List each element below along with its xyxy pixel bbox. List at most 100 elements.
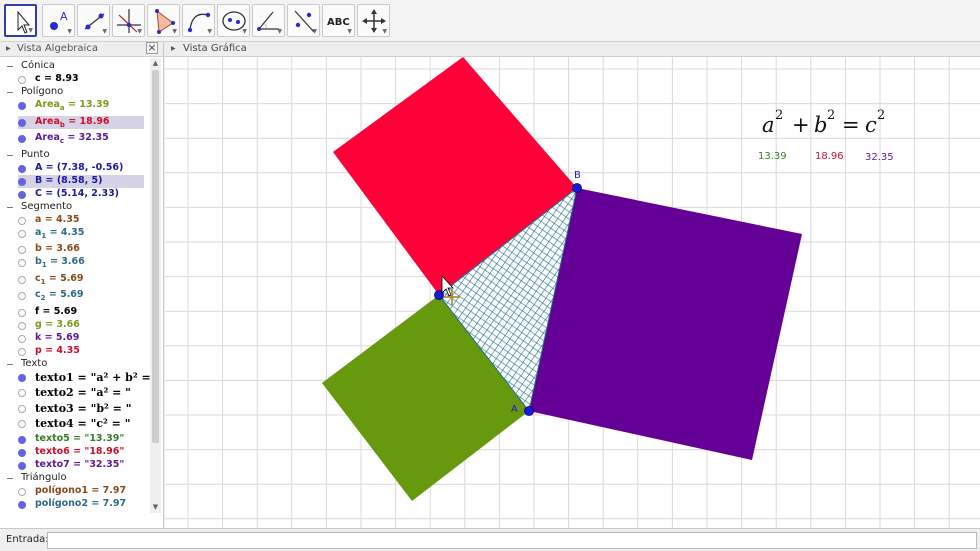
- algebra-item[interactable]: k = 5.69: [18, 332, 144, 345]
- algebra-item-text: a = 4.35: [35, 214, 79, 225]
- algebra-item[interactable]: texto2 = "a² = ": [18, 386, 144, 399]
- algebra-item[interactable]: texto5 = "13.39": [18, 433, 144, 446]
- algebra-item[interactable]: Areaa = 13.39: [18, 99, 144, 112]
- visibility-toggle-icon[interactable]: [18, 118, 26, 127]
- visibility-toggle-icon[interactable]: [18, 435, 26, 444]
- visibility-toggle-icon[interactable]: [18, 246, 26, 254]
- algebra-item[interactable]: c = 8.93: [18, 73, 144, 86]
- visibility-toggle-icon[interactable]: [18, 448, 26, 457]
- algebra-item[interactable]: texto1 = "a² + b² =: [18, 371, 151, 384]
- move-tool-button[interactable]: ▼: [4, 4, 37, 37]
- graphics-view-title: Vista Gráfica: [183, 43, 247, 54]
- algebra-item[interactable]: f = 5.69: [18, 306, 144, 319]
- algebra-item[interactable]: polígono1 = 7.97: [18, 485, 144, 498]
- visibility-toggle-icon[interactable]: [18, 216, 26, 225]
- algebra-item[interactable]: A = (7.38, -0.56): [18, 162, 144, 175]
- arc-tool-button[interactable]: ▼: [182, 4, 215, 37]
- perpendicular-tool-button[interactable]: ▼: [112, 4, 145, 37]
- visibility-toggle-icon[interactable]: [18, 420, 26, 428]
- algebra-item-text: polígono1 = 7.97: [35, 485, 126, 496]
- text-tool-button[interactable]: ABC ▼: [322, 4, 355, 37]
- visibility-toggle-icon[interactable]: [18, 308, 26, 317]
- visibility-toggle-icon[interactable]: [18, 229, 26, 238]
- algebra-item[interactable]: g = 3.66: [18, 319, 144, 332]
- square-c[interactable]: [529, 188, 802, 460]
- algebra-item[interactable]: C = (5.14, 2.33): [18, 188, 144, 201]
- graphics-view[interactable]: ▶ Vista Gráfica B A a 2 + b 2 = c 2 13.3…: [165, 42, 980, 528]
- algebra-item[interactable]: texto3 = "b² = ": [18, 402, 144, 415]
- algebra-group-label: Triángulo: [21, 471, 67, 483]
- algebra-item-text: Areac = 32.35: [35, 132, 109, 145]
- visibility-toggle-icon[interactable]: [18, 373, 26, 382]
- algebra-item-value: f = 5.69: [35, 305, 78, 317]
- collapse-triangle-icon[interactable]: ▶: [6, 45, 11, 52]
- area-b-label[interactable]: 18.96: [815, 151, 844, 162]
- algebra-item-text: b = 3.66: [35, 243, 80, 254]
- visibility-toggle-icon[interactable]: [18, 321, 26, 330]
- reflect-tool-button[interactable]: ▼: [287, 4, 320, 37]
- conic-tool-button[interactable]: ▼: [217, 4, 250, 37]
- algebra-item[interactable]: a = 4.35: [18, 214, 144, 227]
- visibility-toggle-icon[interactable]: [18, 292, 26, 300]
- input-label: Entrada:: [6, 534, 49, 545]
- algebra-item[interactable]: a1 = 4.35: [18, 227, 144, 240]
- eq-a: a: [762, 113, 775, 137]
- eq-plus: +: [792, 113, 810, 137]
- algebra-item[interactable]: polígono2 = 7.97: [18, 498, 144, 511]
- graphics-canvas[interactable]: B A a 2 + b 2 = c 2 13.39 18.96 32.35: [165, 57, 980, 528]
- pythagoras-equation[interactable]: a 2 + b 2 = c 2: [762, 108, 885, 137]
- scroll-up-arrow-icon[interactable]: ▲: [150, 58, 161, 69]
- visibility-toggle-icon[interactable]: [18, 347, 26, 356]
- point-tool-button[interactable]: A ▼: [42, 4, 75, 37]
- algebra-group-label: Texto: [21, 357, 48, 369]
- area-c-label[interactable]: 32.35: [865, 152, 894, 163]
- visibility-toggle-icon[interactable]: [18, 275, 26, 284]
- algebra-item[interactable]: Areac = 32.35: [18, 132, 144, 145]
- visibility-toggle-icon[interactable]: [18, 334, 26, 343]
- scroll-down-arrow-icon[interactable]: ▼: [150, 502, 161, 513]
- visibility-toggle-icon[interactable]: [18, 404, 26, 413]
- point-b[interactable]: [572, 183, 582, 193]
- algebra-item[interactable]: c1 = 5.69: [18, 273, 144, 286]
- algebra-item[interactable]: Areab = 18.96: [18, 115, 144, 129]
- algebra-item[interactable]: c2 = 5.69: [18, 289, 144, 302]
- collapse-triangle-icon[interactable]: ▶: [171, 45, 176, 52]
- scrollbar-thumb[interactable]: [152, 70, 159, 443]
- algebra-item-value: texto3 = "b² = ": [35, 401, 132, 415]
- close-icon[interactable]: ×: [146, 42, 158, 54]
- visibility-toggle-icon[interactable]: [18, 76, 26, 84]
- algebra-item-text: Areaa = 13.39: [35, 99, 109, 112]
- algebra-item[interactable]: B = (8.58, 5): [18, 174, 144, 188]
- algebra-item[interactable]: texto4 = "c² = ": [18, 417, 144, 430]
- line-tool-button[interactable]: ▼: [77, 4, 110, 37]
- visibility-toggle-icon[interactable]: [18, 461, 26, 470]
- visibility-toggle-icon[interactable]: [18, 487, 26, 496]
- area-a-label[interactable]: 13.39: [758, 151, 787, 162]
- algebra-item[interactable]: b = 3.66: [18, 243, 144, 256]
- visibility-toggle-icon[interactable]: [18, 190, 26, 199]
- visibility-toggle-icon[interactable]: [18, 177, 26, 186]
- algebra-item[interactable]: p = 4.35: [18, 345, 144, 358]
- point-a[interactable]: [524, 406, 534, 416]
- move-view-tool-button[interactable]: ▼: [357, 4, 390, 37]
- visibility-toggle-icon[interactable]: [18, 102, 26, 110]
- algebra-scrollbar[interactable]: ▲ ▼: [150, 58, 161, 513]
- algebra-item-text: texto6 = "18.96": [35, 446, 124, 457]
- visibility-toggle-icon[interactable]: [18, 500, 26, 509]
- algebra-item-value: k = 5.69: [35, 331, 80, 343]
- polygon-tool-button[interactable]: ▼: [147, 4, 180, 37]
- algebra-item-value: Area: [35, 99, 60, 110]
- algebra-item[interactable]: texto6 = "18.96": [18, 446, 144, 459]
- visibility-toggle-icon[interactable]: [18, 259, 26, 267]
- visibility-toggle-icon[interactable]: [18, 389, 26, 397]
- angle-tool-button[interactable]: ▼: [252, 4, 285, 37]
- input-field[interactable]: [47, 532, 977, 549]
- algebra-item-value: polígono1 = 7.97: [35, 484, 127, 496]
- algebra-item-text: c1 = 5.69: [35, 273, 84, 286]
- algebra-item-text: polígono2 = 7.97: [35, 498, 126, 509]
- visibility-toggle-icon[interactable]: [18, 164, 26, 173]
- algebra-item[interactable]: b1 = 3.66: [18, 256, 144, 269]
- algebra-item[interactable]: texto7 = "32.35": [18, 459, 144, 472]
- algebra-item-rest: = 3.66: [46, 256, 85, 267]
- visibility-toggle-icon[interactable]: [18, 135, 26, 143]
